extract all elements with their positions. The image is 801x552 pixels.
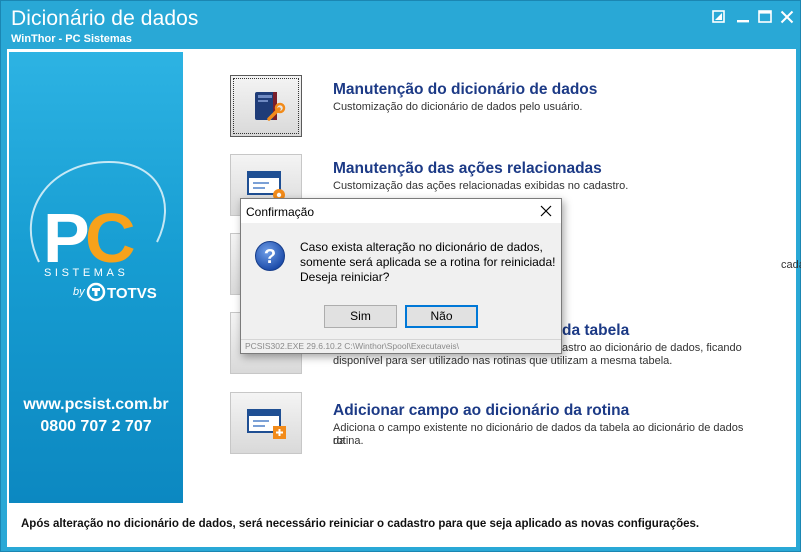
item-description-2: disponível para ser utilizado nas rotina… bbox=[333, 355, 673, 367]
phone-text: 0800 707 2 707 bbox=[40, 418, 152, 435]
window-add-icon bbox=[247, 409, 286, 439]
logo-by-text: by bbox=[73, 286, 86, 298]
dialog-message: Caso exista alteração no dicionário de d… bbox=[300, 240, 555, 285]
question-icon: ? bbox=[255, 241, 285, 271]
item-description: cadastro. bbox=[781, 259, 801, 271]
add-field-button[interactable] bbox=[230, 392, 302, 454]
item-title: Adicionar campo ao dicionário da rotina bbox=[333, 402, 630, 419]
brand-banner: P C SISTEMAS by TOTVS www.pcsist.com.br … bbox=[9, 52, 183, 503]
item-description: astro ao dicionário de dados, ficando bbox=[562, 342, 742, 354]
dialog-title-bar[interactable]: Confirmação bbox=[241, 199, 561, 223]
dialog-status-bar: PCSIS302.EXE 29.6.10.2 C:\Winthor\Spool\… bbox=[241, 339, 561, 353]
logo-sistemas-text: SISTEMAS bbox=[44, 267, 128, 279]
item-description: Customização das ações relacionadas exib… bbox=[333, 180, 629, 192]
logo-totvs-text: TOTVS bbox=[107, 285, 157, 302]
app-window: Dicionário de dados WinThor - PC Sistema… bbox=[0, 0, 801, 552]
footer-note: Após alteração no dicionário de dados, s… bbox=[21, 518, 700, 530]
maximize-icon[interactable] bbox=[755, 7, 775, 27]
close-icon[interactable] bbox=[777, 7, 797, 27]
item-description: Customização do dicionário de dados pelo… bbox=[333, 101, 583, 113]
yes-button[interactable]: Sim bbox=[324, 305, 397, 328]
svg-text:?: ? bbox=[264, 246, 276, 268]
title-bar[interactable]: Dicionário de dados WinThor - PC Sistema… bbox=[1, 1, 801, 49]
pc-sistemas-logo: P C SISTEMAS by TOTVS bbox=[29, 160, 166, 302]
dialog-message-line: Caso exista alteração no dicionário de d… bbox=[300, 240, 543, 254]
logo-c-text: C bbox=[85, 199, 136, 277]
website-text: www.pcsist.com.br bbox=[23, 396, 169, 413]
window-subtitle: WinThor - PC Sistemas bbox=[11, 33, 132, 45]
logo-pc-text: P bbox=[43, 199, 90, 277]
confirmation-dialog: Confirmação ? Caso exista alteração no d… bbox=[240, 198, 562, 354]
dictionary-wrench-icon bbox=[255, 92, 286, 121]
restore-icon[interactable] bbox=[709, 7, 729, 27]
minimize-icon[interactable] bbox=[733, 7, 753, 27]
item-title: da tabela bbox=[562, 322, 630, 339]
dialog-title: Confirmação bbox=[246, 205, 315, 219]
item-title: Manutenção do dicionário de dados bbox=[333, 81, 598, 98]
dictionary-maintenance-button[interactable] bbox=[230, 75, 302, 137]
dialog-body: ? Caso exista alteração no dicionário de… bbox=[241, 223, 561, 293]
close-icon[interactable] bbox=[539, 204, 553, 218]
dialog-message-line: somente será aplicada se a rotina for re… bbox=[300, 255, 556, 269]
item-description-2: rotina. bbox=[333, 435, 364, 447]
window-title: Dicionário de dados bbox=[11, 7, 199, 30]
dialog-message-line: Deseja reiniciar? bbox=[300, 270, 390, 284]
no-button[interactable]: Não bbox=[405, 305, 478, 328]
item-title: Manutenção das ações relacionadas bbox=[333, 160, 602, 177]
